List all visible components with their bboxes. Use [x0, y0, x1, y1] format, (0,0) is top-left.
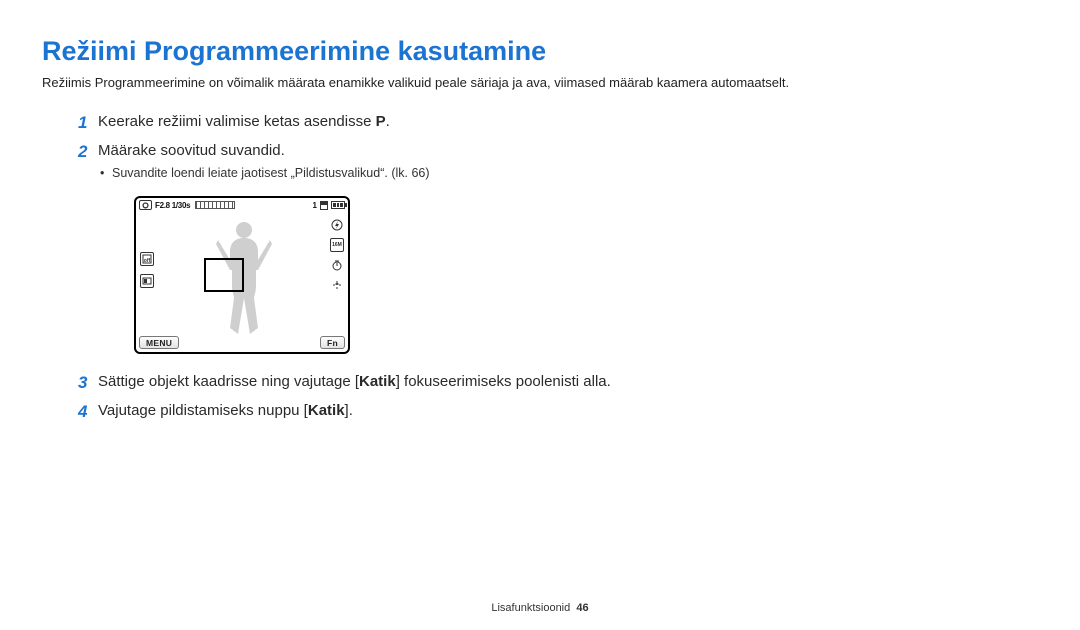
camera-mode-icon: [139, 200, 152, 210]
svg-text:off: off: [144, 258, 151, 264]
footer-section: Lisafunktsioonid: [491, 602, 570, 614]
flash-icon: [330, 218, 344, 232]
sdcard-icon: [320, 201, 328, 210]
step-4-text-post: ].: [345, 402, 353, 419]
menu-button[interactable]: MENU: [139, 336, 179, 349]
stabilizer-icon: [330, 278, 344, 292]
step-number: 1: [78, 112, 98, 135]
lcd-bottom-bar: MENU Fn: [136, 334, 348, 352]
camera-lcd-illustration: F2.8 1/30s 1 off: [134, 196, 350, 354]
intro-text: Režiimis Programmeerimine on võimalik mä…: [42, 75, 1038, 90]
exposure-scale-icon: [195, 201, 235, 209]
grid-off-icon: off: [140, 252, 154, 266]
step-1: 1 Keerake režiimi valimise ketas asendis…: [78, 112, 1038, 135]
focus-frame: [204, 258, 244, 292]
fn-button[interactable]: Fn: [320, 336, 345, 349]
shots-remaining: 1: [313, 201, 317, 210]
shutter-label: Katik: [308, 402, 345, 419]
exposure-readout: F2.8 1/30s: [155, 201, 190, 210]
mode-symbol-p: P: [376, 113, 386, 130]
step-4: 4 Vajutage pildistamiseks nuppu [Katik].: [78, 401, 1038, 424]
footer-page-number: 46: [576, 602, 588, 614]
step-number: 3: [78, 372, 98, 395]
shutter-label: Katik: [359, 373, 396, 390]
step-number: 4: [78, 401, 98, 424]
timer-icon: [330, 258, 344, 272]
steps-list: 1 Keerake režiimi valimise ketas asendis…: [42, 112, 1038, 424]
step-1-text-pre: Keerake režiimi valimise ketas asendisse: [98, 113, 376, 130]
step-3: 3 Sättige objekt kaadrisse ning vajutage…: [78, 372, 1038, 395]
step-4-text-pre: Vajutage pildistamiseks nuppu [: [98, 402, 308, 419]
step-3-text-post: ] fokuseerimiseks poolenisti alla.: [396, 373, 611, 390]
lcd-scene: off 16M: [136, 212, 348, 334]
display-mode-icon: [140, 274, 154, 288]
page-footer: Lisafunktsioonid 46: [0, 602, 1080, 614]
step-2-subtext: Suvandite loendi leiate jaotisest „Pildi…: [98, 165, 430, 182]
page: Režiimi Programmeerimine kasutamine Reži…: [0, 0, 1080, 630]
step-number: 2: [78, 141, 98, 164]
step-3-text-pre: Sättige objekt kaadrisse ning vajutage [: [98, 373, 359, 390]
step-1-text-post: .: [386, 113, 390, 130]
battery-icon: [331, 201, 345, 209]
size-icon: 16M: [330, 238, 344, 252]
step-2-text: Määrake soovitud suvandid.: [98, 142, 285, 159]
lcd-top-bar: F2.8 1/30s 1: [136, 198, 348, 212]
page-title: Režiimi Programmeerimine kasutamine: [42, 36, 1038, 67]
step-2: 2 Määrake soovitud suvandid. Suvandite l…: [78, 141, 1038, 182]
